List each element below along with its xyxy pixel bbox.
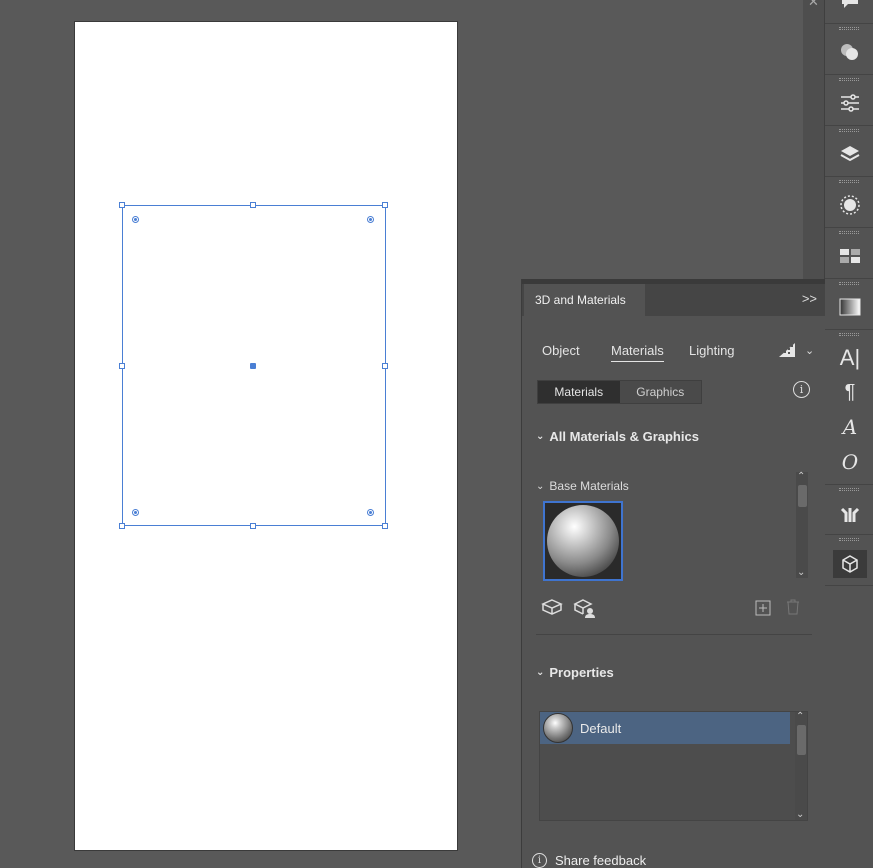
tb-group-layers: [825, 126, 873, 177]
3d-materials-panel: 3D and Materials >> Object Materials Lig…: [521, 279, 825, 868]
sphere-preview-image: [547, 505, 619, 577]
resize-handle-right[interactable]: [382, 363, 388, 369]
grip[interactable]: [839, 27, 859, 30]
tb-group-puppet: [825, 484, 873, 535]
collapse-panel-icon[interactable]: >>: [802, 291, 817, 306]
corner-widget-bottom-right[interactable]: [367, 509, 374, 516]
divider: [536, 634, 812, 635]
material-library-icon[interactable]: [573, 598, 597, 623]
chevron-down-icon: ⌄: [536, 667, 545, 678]
scroll-down-icon[interactable]: ⌄: [796, 809, 804, 820]
corner-widget-bottom-left[interactable]: [132, 509, 139, 516]
corner-widget-top-right[interactable]: [367, 216, 374, 223]
gradient-icon[interactable]: [838, 295, 862, 319]
puppet-warp-icon[interactable]: [838, 501, 862, 525]
list-item[interactable]: Default: [540, 712, 790, 744]
opentype-icon[interactable]: O: [838, 450, 862, 474]
close-icon[interactable]: ✕: [808, 0, 819, 10]
share-feedback-label: Share feedback: [555, 853, 647, 868]
tb-group-3d: [825, 535, 873, 586]
material-thumbnail-default[interactable]: [543, 501, 623, 581]
scroll-up-icon[interactable]: ⌃: [797, 471, 805, 482]
base-materials-scrollbar[interactable]: ⌃ ⌄: [796, 471, 808, 578]
section-all-materials-label: All Materials & Graphics: [549, 429, 699, 444]
3d-cube-icon[interactable]: [833, 550, 867, 578]
tab-materials[interactable]: Materials: [611, 343, 664, 362]
tb-group-type: A|: [825, 330, 873, 370]
tb-group-adjust: [825, 75, 873, 126]
corner-widget-top-left[interactable]: [132, 216, 139, 223]
panel-header: 3D and Materials >>: [522, 284, 825, 316]
grip[interactable]: [839, 282, 859, 285]
center-point: [250, 363, 256, 369]
grip[interactable]: [839, 538, 859, 541]
chevron-down-icon: ⌄: [536, 480, 545, 492]
sphere-preview-image: [543, 713, 573, 743]
layers-icon[interactable]: [838, 142, 862, 166]
grip[interactable]: [839, 488, 859, 491]
shape-builder-icon[interactable]: [838, 40, 862, 64]
grip[interactable]: [839, 231, 859, 234]
toggle-graphics-button[interactable]: Graphics: [620, 381, 702, 403]
scroll-up-icon[interactable]: ⌃: [796, 711, 804, 722]
resize-handle-top-left[interactable]: [119, 202, 125, 208]
character-icon[interactable]: A|: [838, 345, 862, 370]
info-icon[interactable]: i: [793, 381, 810, 398]
list-item-label: Default: [580, 720, 622, 736]
properties-scrollbar[interactable]: ⌃ ⌄: [795, 711, 807, 820]
adjustments-icon[interactable]: [838, 91, 862, 115]
resize-handle-bottom-left[interactable]: [119, 523, 125, 529]
glyphs-icon[interactable]: A: [838, 415, 862, 439]
render-settings-icon[interactable]: [778, 342, 796, 358]
tb-group-swatches: [825, 228, 873, 279]
render-options-chevron-icon[interactable]: ⌄: [805, 344, 814, 357]
tb-group-shape: [825, 24, 873, 75]
section-all-materials[interactable]: ⌄ All Materials & Graphics: [536, 429, 699, 444]
toggle-materials-button[interactable]: Materials: [538, 381, 620, 403]
swatches-icon[interactable]: [838, 244, 862, 268]
chevron-down-icon: ⌄: [536, 431, 545, 442]
tb-group-sun: [825, 177, 873, 228]
right-panel-dock: A| ¶ A O: [824, 0, 873, 868]
tb-group-gradient: [825, 279, 873, 330]
dock-divider: [803, 0, 824, 280]
resize-handle-top[interactable]: [250, 202, 256, 208]
comment-icon[interactable]: [838, 0, 862, 13]
panel-tab-3d-materials[interactable]: 3D and Materials: [524, 284, 645, 316]
resize-handle-bottom[interactable]: [250, 523, 256, 529]
tab-lighting[interactable]: Lighting: [689, 343, 735, 358]
new-material-icon[interactable]: [755, 600, 771, 621]
resize-handle-left[interactable]: [119, 363, 125, 369]
section-base-materials[interactable]: ⌄ Base Materials: [536, 479, 629, 493]
sun-icon[interactable]: [838, 193, 862, 217]
scroll-thumb[interactable]: [797, 725, 806, 755]
delete-material-icon[interactable]: [786, 599, 800, 620]
scroll-thumb[interactable]: [798, 485, 807, 507]
info-icon: i: [532, 853, 547, 868]
grip[interactable]: [839, 129, 859, 132]
add-material-icon[interactable]: [541, 598, 563, 621]
grip[interactable]: [839, 78, 859, 81]
share-feedback-link[interactable]: i Share feedback: [532, 853, 646, 868]
paragraph-icon[interactable]: ¶: [838, 380, 862, 404]
scroll-down-icon[interactable]: ⌄: [797, 567, 805, 578]
resize-handle-bottom-right[interactable]: [382, 523, 388, 529]
resize-handle-top-right[interactable]: [382, 202, 388, 208]
grip[interactable]: [839, 180, 859, 183]
tb-group-comment: [825, 0, 873, 24]
grip[interactable]: [839, 333, 859, 336]
section-properties[interactable]: ⌄ Properties: [536, 665, 614, 680]
tab-object[interactable]: Object: [542, 343, 580, 358]
properties-list: Default ⌃ ⌄: [539, 711, 808, 821]
section-base-materials-label: Base Materials: [549, 479, 629, 493]
materials-graphics-toggle: Materials Graphics: [537, 380, 702, 404]
section-properties-label: Properties: [549, 665, 614, 680]
